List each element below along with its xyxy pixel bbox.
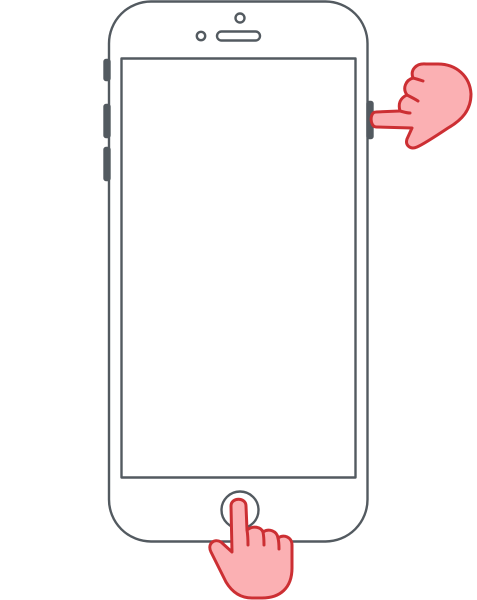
pointing-hand-left-icon xyxy=(369,62,473,150)
phone-body xyxy=(107,0,369,543)
speaker-grille xyxy=(215,30,262,42)
camera-icon xyxy=(234,12,246,24)
device-illustration xyxy=(103,0,473,600)
phone-device xyxy=(103,0,374,543)
sensor-icon xyxy=(195,30,207,42)
phone-screen[interactable] xyxy=(120,57,357,479)
